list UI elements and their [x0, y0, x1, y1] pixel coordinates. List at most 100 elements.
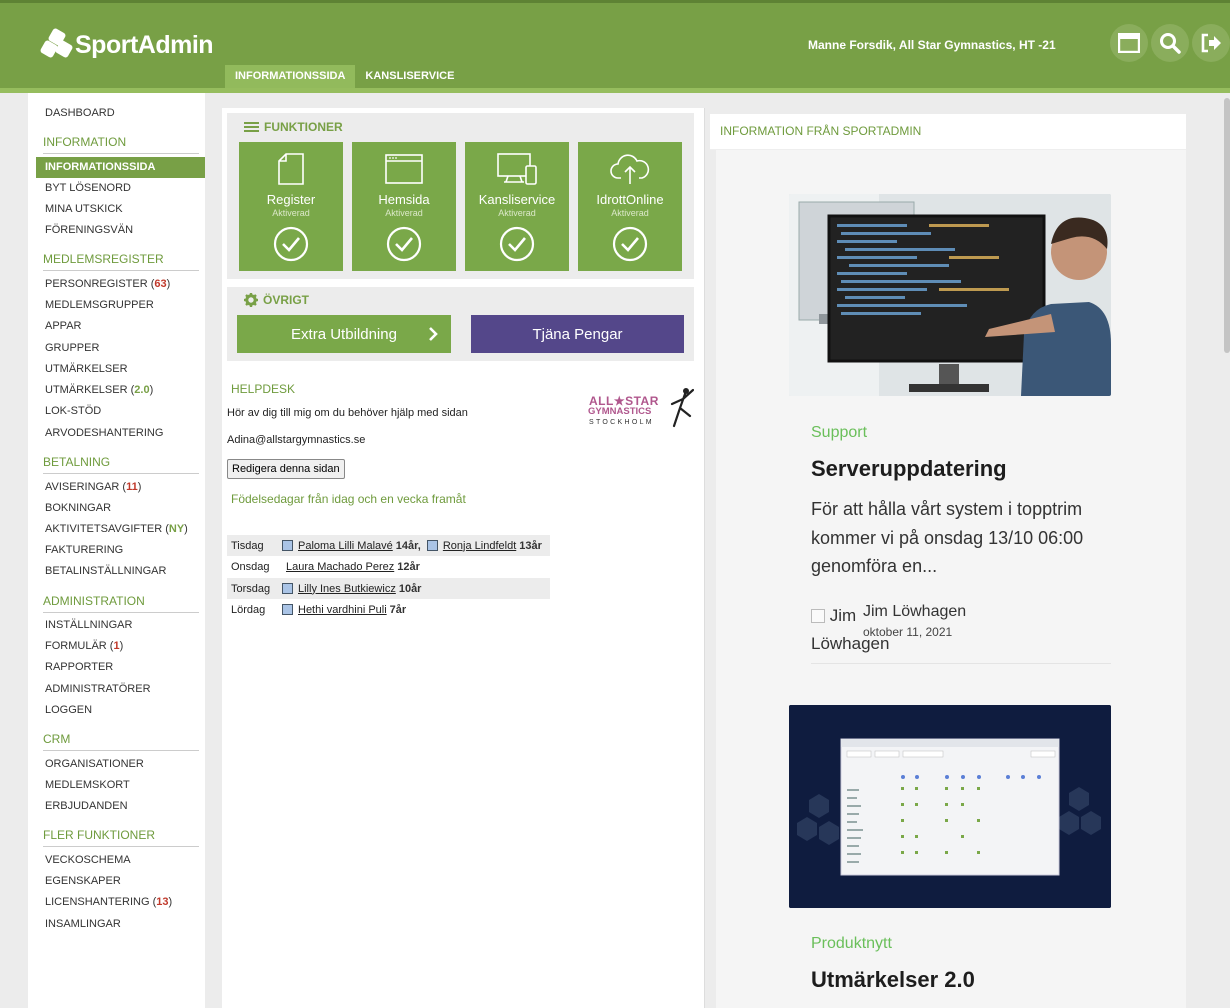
sidebar-item-utmarkelser-2[interactable]: UTMÄRKELSER (2.0): [45, 384, 153, 396]
article-title[interactable]: Serveruppdatering: [811, 456, 1007, 482]
sidebar-item-betalinstallningar[interactable]: BETALINSTÄLLNINGAR: [45, 565, 166, 577]
sidebar-item-administratorer[interactable]: ADMINISTRATÖRER: [45, 683, 151, 695]
logo-cubes-icon: [39, 27, 74, 60]
sidebar-item-grupper[interactable]: GRUPPER: [45, 342, 99, 354]
sidebar-item-label: UTMÄRKELSER: [45, 384, 128, 396]
browser-window-icon: [385, 154, 423, 184]
sidebar-item-installningar[interactable]: INSTÄLLNINGAR: [45, 619, 132, 631]
logo-line-3: STOCKHOLM: [589, 419, 654, 426]
sidebar-item-informationssida[interactable]: INFORMATIONSSIDA: [36, 157, 205, 178]
news-header: INFORMATION FRÅN SPORTADMIN: [710, 114, 1186, 150]
tile-name: Hemsida: [378, 192, 430, 207]
main-tabs: INFORMATIONSSIDA KANSLISERVICE: [225, 65, 464, 88]
sidebar-heading-medlemsregister: MEDLEMSREGISTER: [43, 252, 199, 271]
sidebar-item-organisationer[interactable]: ORGANISATIONER: [45, 758, 144, 770]
sidebar-item-loggen[interactable]: LOGGEN: [45, 704, 92, 716]
sidebar-item-rapporter[interactable]: RAPPORTER: [45, 661, 113, 673]
search-icon: [1160, 33, 1181, 54]
sidebar-item-personregister[interactable]: PERSONREGISTER (63): [45, 278, 170, 290]
tab-kansliservice[interactable]: KANSLISERVICE: [355, 65, 464, 88]
logo-line-2: GYMNASTICS: [588, 406, 652, 417]
birthday-person-link[interactable]: Ronja Lindfeldt: [443, 540, 516, 552]
sidebar-item-foreningsvan[interactable]: FÖRENINGSVÄN: [45, 224, 133, 236]
gear-icon: [244, 293, 258, 307]
ovrigt-heading: ÖVRIGT: [244, 293, 309, 307]
article-image-utmarkelser[interactable]: [789, 705, 1111, 908]
sidebar-item-aviseringar[interactable]: AVISERINGAR (11): [45, 481, 141, 493]
window-button[interactable]: [1110, 24, 1148, 62]
sidebar-item-insamlingar[interactable]: INSAMLINGAR: [45, 918, 121, 930]
extra-utbildning-button[interactable]: Extra Utbildning: [237, 315, 451, 353]
sidebar-heading-fler-funktioner: FLER FUNKTIONER: [43, 828, 199, 847]
developer-photo-icon: [789, 194, 1111, 396]
article-category[interactable]: Produktnytt: [811, 935, 892, 953]
sidebar-item-byt-losenord[interactable]: BYT LÖSENORD: [45, 182, 131, 194]
calendar-icon: [426, 540, 438, 551]
tile-name: IdrottOnline: [596, 192, 664, 207]
tile-name: Kansliservice: [478, 192, 556, 207]
sidebar-item-mina-utskick[interactable]: MINA UTSKICK: [45, 203, 123, 215]
article-image-developer[interactable]: [789, 194, 1111, 396]
sidebar: DASHBOARD INFORMATION INFORMATIONSSIDA B…: [28, 93, 205, 1008]
sidebar-item-fakturering[interactable]: FAKTURERING: [45, 544, 123, 556]
birthday-person-link[interactable]: Laura Machado Perez: [286, 561, 394, 573]
check-circle-icon: [273, 226, 309, 262]
sidebar-item-appar[interactable]: APPAR: [45, 320, 81, 332]
funktioner-heading: FUNKTIONER: [244, 120, 343, 134]
tile-register[interactable]: Register Aktiverad: [239, 142, 343, 271]
sidebar-item-dashboard[interactable]: DASHBOARD: [45, 107, 115, 119]
all-star-gymnastics-logo: ALL★STAR GYMNASTICS STOCKHOLM: [586, 386, 694, 430]
search-button[interactable]: [1151, 24, 1189, 62]
tile-hemsida[interactable]: Hemsida Aktiverad: [352, 142, 456, 271]
edit-page-button[interactable]: Redigera denna sidan: [227, 459, 345, 479]
page-scrollbar[interactable]: [1224, 98, 1230, 353]
sidebar-item-licenshantering[interactable]: LICENSHANTERING (13): [45, 896, 172, 908]
licenshantering-count: 13: [156, 896, 169, 908]
sidebar-item-lok-stod[interactable]: LOK-STÖD: [45, 405, 101, 417]
birthday-person-link[interactable]: Paloma Lilli Malavé: [298, 540, 393, 552]
sidebar-item-erbjudanden[interactable]: ERBJUDANDEN: [45, 800, 128, 812]
tile-status: Aktiverad: [272, 208, 310, 218]
sidebar-item-label: LICENSHANTERING: [45, 896, 150, 908]
sidebar-item-medlemskort[interactable]: MEDLEMSKORT: [45, 779, 130, 791]
sidebar-item-egenskaper[interactable]: EGENSKAPER: [45, 875, 121, 887]
article-category[interactable]: Support: [811, 424, 867, 442]
sportadmin-logo[interactable]: SportAdmin: [39, 27, 214, 60]
user-info: Manne Forsdik, All Star Gymnastics, HT -…: [808, 38, 1056, 52]
sidebar-item-veckoschema[interactable]: VECKOSCHEMA: [45, 854, 131, 866]
article-title[interactable]: Utmärkelser 2.0: [811, 967, 975, 993]
menu-icon: [244, 122, 259, 132]
tjana-pengar-label: Tjäna Pengar: [532, 325, 623, 343]
sidebar-item-utmarkelser[interactable]: UTMÄRKELSER: [45, 363, 128, 375]
birthday-person-link[interactable]: Lilly Ines Butkiewicz: [298, 583, 396, 595]
logout-button[interactable]: [1192, 24, 1230, 62]
tile-idrottonline[interactable]: IdrottOnline Aktiverad: [578, 142, 682, 271]
logout-icon: [1201, 33, 1221, 53]
top-header: SportAdmin Manne Forsdik, All Star Gymna…: [0, 0, 1230, 93]
tile-name: Register: [266, 192, 316, 207]
sidebar-heading-information: INFORMATION: [43, 135, 199, 154]
tab-informationssida[interactable]: INFORMATIONSSIDA: [225, 65, 356, 88]
sidebar-item-aktivitetsavgifter[interactable]: AKTIVITETSAVGIFTER (NY): [45, 523, 188, 535]
helpdesk-title: HELPDESK: [231, 382, 296, 396]
sidebar-item-formular[interactable]: FORMULÄR (1): [45, 640, 123, 652]
birthday-day: Lördag: [231, 603, 266, 616]
check-circle-icon: [499, 226, 535, 262]
sidebar-item-bokningar[interactable]: BOKNINGAR: [45, 502, 111, 514]
sidebar-item-arvodeshantering[interactable]: ARVODESHANTERING: [45, 427, 163, 439]
funktioner-title: FUNKTIONER: [264, 120, 343, 134]
sidebar-item-medlemsgrupper[interactable]: MEDLEMSGRUPPER: [45, 299, 154, 311]
utmarkelser-screenshot-icon: [789, 705, 1111, 908]
tile-kansliservice[interactable]: Kansliservice Aktiverad: [465, 142, 569, 271]
chevron-right-icon: [429, 327, 438, 341]
author-avatar: Jim Löwhagen: [811, 602, 889, 658]
birthday-person-link[interactable]: Hethi vardhini Puli: [298, 604, 387, 616]
birthday-age: 13år: [519, 539, 542, 552]
calendar-icon: [282, 540, 293, 551]
helpdesk-email[interactable]: Adina@allstargymnastics.se: [227, 434, 365, 446]
author-name[interactable]: Jim Löwhagen: [863, 603, 966, 621]
document-icon: [278, 153, 304, 185]
article-divider: [811, 663, 1111, 664]
header-top-line: [0, 0, 1230, 3]
tjana-pengar-button[interactable]: Tjäna Pengar: [471, 315, 684, 353]
